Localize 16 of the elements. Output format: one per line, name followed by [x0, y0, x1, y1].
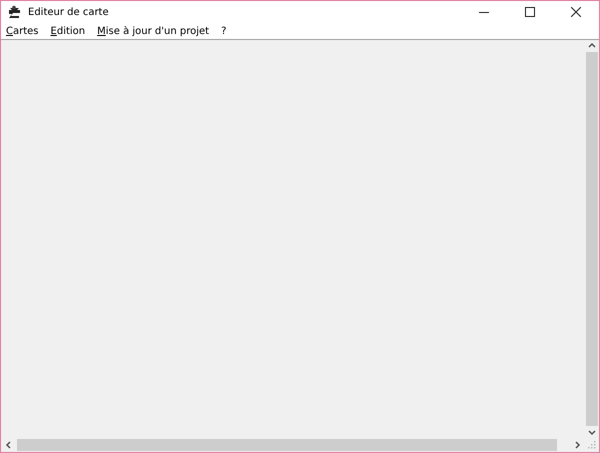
menu-item[interactable]: Edition: [50, 26, 86, 36]
scroll-thumb[interactable]: [17, 439, 557, 451]
window-title: Editeur de carte: [28, 6, 109, 18]
scroll-left-icon[interactable]: [5, 441, 11, 449]
vertical-scrollbar[interactable]: [585, 40, 599, 438]
app-icon: [8, 5, 22, 19]
scroll-up-icon[interactable]: [588, 42, 596, 48]
maximize-icon[interactable]: [525, 7, 535, 17]
menu-item[interactable]: ?: [220, 26, 228, 36]
resize-grip-icon[interactable]: [588, 441, 596, 449]
close-icon[interactable]: [571, 7, 581, 17]
scroll-thumb[interactable]: [586, 52, 598, 426]
menu-item[interactable]: Cartes: [5, 26, 40, 36]
menu-item[interactable]: Mise à jour d'un projet: [96, 26, 210, 36]
scroll-right-icon[interactable]: [575, 441, 581, 449]
scroll-down-icon[interactable]: [588, 430, 596, 436]
